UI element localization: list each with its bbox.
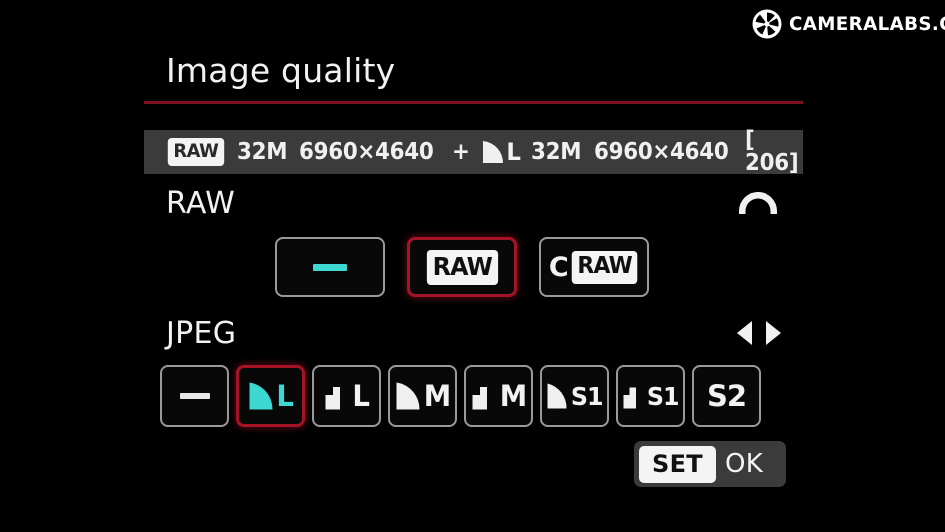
jpeg-option-large-normal[interactable]: L (312, 365, 381, 427)
summary-remaining-shots: [ 206] (744, 127, 799, 176)
dash-icon (313, 263, 347, 271)
summary-raw-dimensions: 6960×4640 (299, 138, 434, 165)
set-badge: SET (639, 445, 716, 483)
title-divider (144, 101, 803, 104)
watermark: CAMERALABS.COM (752, 9, 945, 39)
jpeg-option-small1-normal[interactable]: S1 (616, 365, 685, 427)
raw-option-off[interactable] (275, 237, 385, 297)
fine-arc-icon (248, 381, 274, 411)
jpeg-option-large-fine-letter: L (276, 378, 294, 413)
summary-jpeg-dimensions: 6960×4640 (593, 138, 729, 165)
summary-jpeg-quality: L (482, 138, 521, 166)
raw-section-label: RAW (166, 186, 236, 221)
craw-prefix: C (548, 251, 569, 283)
summary-jpeg-letter: L (506, 138, 521, 166)
jpeg-option-off[interactable] (160, 365, 229, 427)
jpeg-option-row[interactable]: L L M M S1 S1 S2 (160, 365, 761, 427)
jpeg-option-large-fine[interactable]: L (236, 365, 305, 427)
normal-step-icon (471, 381, 497, 411)
image-quality-summary-bar: RAW 32M 6960×4640 + L 32M 6960×4640 [ 20… (144, 127, 803, 176)
jpeg-option-medium-normal-letter: M (499, 378, 526, 413)
raw-option-raw-label: RAW (426, 249, 498, 285)
jpeg-option-small1-normal-letter: S1 (646, 381, 680, 411)
jpeg-option-small2[interactable]: S2 (692, 365, 761, 427)
normal-step-icon (622, 382, 644, 410)
jpeg-option-medium-normal[interactable]: M (464, 365, 533, 427)
jpeg-option-medium-fine[interactable]: M (388, 365, 457, 427)
jpeg-option-small2-letter: S2 (706, 378, 747, 413)
fine-arc-icon (395, 381, 421, 411)
page-title: Image quality (166, 51, 396, 90)
jpeg-option-medium-fine-letter: M (423, 378, 450, 413)
summary-raw-size: 32M (236, 138, 287, 165)
ok-label: OK (724, 449, 764, 479)
fine-arc-icon (546, 382, 568, 410)
summary-plus-sign: + (452, 138, 470, 165)
summary-raw-badge: RAW (167, 138, 224, 166)
raw-option-raw[interactable]: RAW (407, 237, 517, 297)
jpeg-option-small1-fine[interactable]: S1 (540, 365, 609, 427)
jpeg-section-label: JPEG (166, 316, 237, 351)
watermark-text: CAMERALABS.COM (789, 12, 945, 35)
raw-option-craw[interactable]: C RAW (539, 237, 649, 297)
aperture-icon (752, 9, 782, 39)
normal-step-icon (324, 381, 350, 411)
raw-option-row[interactable]: RAW C RAW (275, 237, 649, 297)
fine-arc-icon (482, 140, 504, 164)
left-arrow-icon (737, 321, 752, 345)
jpeg-option-small1-fine-letter: S1 (570, 381, 604, 411)
set-ok-button[interactable]: SET OK (634, 441, 786, 487)
jpeg-option-large-normal-letter: L (352, 378, 370, 413)
right-arrow-icon (766, 321, 781, 345)
summary-jpeg-size: 32M (531, 138, 582, 165)
left-right-arrows-icon (737, 320, 781, 346)
main-dial-icon (739, 192, 777, 214)
dash-icon (179, 393, 210, 399)
craw-raw-label: RAW (571, 250, 638, 284)
